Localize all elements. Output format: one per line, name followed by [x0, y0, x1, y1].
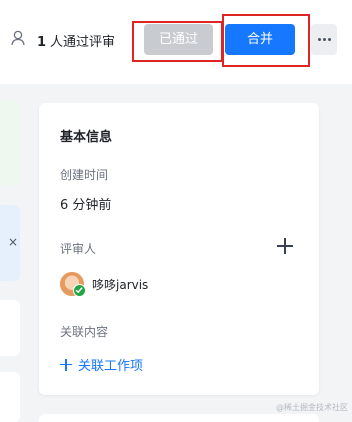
more-options-button[interactable]: [311, 24, 337, 55]
watermark: @稀土掘金技术社区: [276, 403, 348, 412]
link-work-item-button[interactable]: 关联工作项: [60, 355, 143, 374]
highlight-box-approved: [132, 21, 223, 62]
approval-count: 1: [37, 35, 47, 50]
reviewer-name: 哆哆jarvis: [92, 277, 149, 292]
close-icon[interactable]: ×: [8, 235, 18, 249]
reviewers-label: 评审人: [60, 242, 97, 256]
left-panel-card-selected[interactable]: ×: [0, 205, 20, 281]
reviewer-item[interactable]: 哆哆jarvis: [60, 271, 148, 297]
header-bar: 1 人通过评审 已通过 合并: [0, 0, 352, 84]
add-reviewer-plus-icon[interactable]: [277, 238, 293, 254]
approved-check-icon: [73, 284, 86, 297]
approval-label: 人通过评审: [50, 35, 116, 50]
card-title: 基本信息: [60, 130, 113, 145]
approval-status: 1 人通过评审: [37, 31, 115, 50]
user-icon: [11, 30, 25, 46]
link-work-item-label: 关联工作项: [78, 359, 144, 374]
more-horizontal-icon: [317, 38, 321, 41]
related-content-label: 关联内容: [60, 325, 109, 339]
created-time-value: 6 分钟前: [60, 198, 112, 213]
left-panel-card: [0, 372, 20, 422]
more-dot: [327, 38, 331, 41]
basic-info-card: 基本信息 创建时间 6 分钟前 评审人 哆哆jarvis 关联内容 关联工作项: [39, 103, 319, 395]
left-panel-card: [0, 100, 20, 185]
avatar: [60, 272, 86, 297]
more-dot: [322, 38, 326, 41]
created-time-label: 创建时间: [60, 168, 109, 182]
highlight-box-merge: [222, 14, 310, 67]
plus-icon: [60, 358, 72, 371]
secondary-card: [39, 414, 319, 422]
left-panel-card: [0, 300, 20, 356]
